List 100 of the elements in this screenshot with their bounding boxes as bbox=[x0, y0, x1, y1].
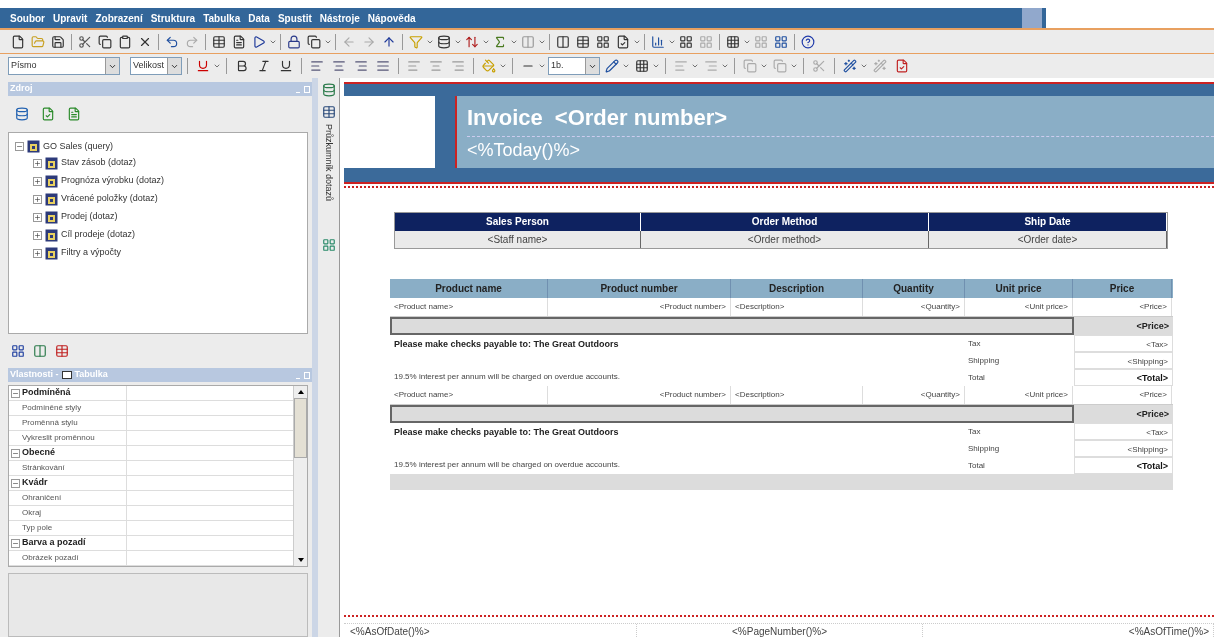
tree-item[interactable]: Prognóza výrobku (dotaz) bbox=[61, 174, 165, 188]
query-icon bbox=[45, 228, 58, 242]
summary-label: Shipping bbox=[967, 443, 1001, 455]
property-name[interactable]: Ohraničení bbox=[22, 492, 62, 504]
query-icon bbox=[45, 156, 58, 170]
table-cell: <Order date> bbox=[929, 231, 1167, 248]
column-header: Quantity bbox=[863, 279, 965, 298]
payment-note: Please make checks payable to: The Great Outdoors bbox=[394, 338, 620, 351]
collapse-icon[interactable] bbox=[15, 142, 24, 151]
collapse-icon[interactable] bbox=[11, 478, 20, 488]
property-name[interactable]: Typ pole bbox=[22, 522, 53, 534]
footer-field: <%AsOfDate()%> bbox=[344, 624, 637, 637]
property-name[interactable]: Stránkování bbox=[22, 462, 65, 474]
table-cell: <Price> bbox=[1073, 386, 1172, 404]
property-name[interactable]: Podmíněné styly bbox=[22, 402, 82, 414]
collapse-icon[interactable] bbox=[11, 388, 20, 398]
table-cell: <Quantity> bbox=[863, 386, 965, 404]
property-group[interactable]: Kvádr bbox=[22, 476, 48, 490]
tree-item[interactable]: Prodej (dotaz) bbox=[61, 210, 118, 224]
tree-item[interactable]: Vrácené položky (dotaz) bbox=[61, 192, 158, 206]
menu-item[interactable]: Soubor bbox=[10, 10, 45, 26]
table-cell: <Product name> bbox=[390, 298, 548, 316]
column-header: Product number bbox=[548, 279, 731, 298]
query-icon bbox=[45, 210, 58, 224]
property-name[interactable]: Obrázek pozadí bbox=[22, 552, 79, 564]
menu-item[interactable]: Struktura bbox=[150, 10, 196, 26]
menu-item[interactable]: Nápověda bbox=[367, 10, 416, 26]
caret-icon[interactable] bbox=[538, 62, 546, 70]
menu-item[interactable]: Tabulka bbox=[203, 10, 241, 26]
collapse-icon[interactable] bbox=[11, 538, 20, 548]
expand-icon[interactable] bbox=[33, 248, 42, 258]
summary-label: Tax bbox=[967, 426, 982, 438]
column-header: Product name bbox=[390, 279, 548, 298]
menu-item[interactable]: Upravit bbox=[53, 10, 88, 26]
expand-icon[interactable] bbox=[33, 194, 42, 204]
table-cell: <Product number> bbox=[548, 386, 731, 404]
property-group[interactable]: Podmíněná bbox=[22, 386, 71, 400]
table-cell: <Shipping> bbox=[1074, 440, 1173, 457]
scrollbar-thumb[interactable] bbox=[294, 398, 307, 458]
interest-note: 19.5% interest per annum will be charged on overdue accounts. bbox=[394, 459, 621, 471]
expand-icon[interactable] bbox=[33, 212, 42, 222]
caret-icon[interactable] bbox=[760, 62, 768, 70]
table-icon bbox=[61, 371, 72, 379]
footer-field: <%AsOfTime()%> bbox=[923, 624, 1214, 637]
table-cell: <Tax> bbox=[1074, 423, 1173, 440]
tree-item[interactable]: Filtry a výpočty bbox=[61, 246, 121, 260]
size-dropdown[interactable]: Velikost bbox=[130, 57, 182, 75]
expand-icon[interactable] bbox=[33, 176, 42, 186]
column-header: Unit price bbox=[965, 279, 1073, 298]
caret-icon[interactable] bbox=[213, 62, 221, 70]
window-controls-icon bbox=[296, 371, 310, 379]
scrollbar[interactable] bbox=[293, 386, 307, 566]
menu-item[interactable]: Zobrazení bbox=[95, 10, 143, 26]
search-field[interactable] bbox=[1046, 8, 1214, 28]
property-name[interactable]: Vykreslit proměnnou bbox=[22, 432, 95, 444]
caret-icon[interactable] bbox=[721, 62, 729, 70]
property-name[interactable]: Proměnná stylu bbox=[22, 417, 78, 429]
query-icon bbox=[45, 174, 58, 188]
caret-icon[interactable] bbox=[652, 62, 660, 70]
expand-icon[interactable] bbox=[33, 158, 42, 168]
table-cell: <Shipping> bbox=[1074, 352, 1173, 369]
table-cell: <Total> bbox=[1074, 369, 1173, 386]
table-cell: <Tax> bbox=[1074, 335, 1173, 352]
footer-field: <%PageNumber()%> bbox=[636, 624, 924, 637]
font-dropdown[interactable]: Písmo bbox=[8, 57, 120, 75]
table-cell: <Staff name> bbox=[395, 231, 641, 248]
summary-label: Tax bbox=[967, 338, 982, 350]
table-cell: <Order method> bbox=[641, 231, 929, 248]
caret-icon[interactable] bbox=[499, 62, 507, 70]
tree-item[interactable]: GO Sales (query) bbox=[43, 139, 114, 154]
line-width-dropdown[interactable]: 1b. bbox=[548, 57, 600, 75]
property-name[interactable]: Okraj bbox=[22, 507, 42, 519]
collapse-icon[interactable] bbox=[11, 448, 20, 458]
property-group[interactable]: Obecné bbox=[22, 446, 55, 460]
table-cell: <Quantity> bbox=[863, 298, 965, 316]
report-title: Invoice bbox=[467, 103, 543, 132]
title-field: <Order number> bbox=[554, 100, 728, 134]
table-cell: <Product name> bbox=[390, 386, 548, 404]
caret-icon[interactable] bbox=[691, 62, 699, 70]
table-cell: <Unit price> bbox=[965, 386, 1073, 404]
side-tab[interactable]: Průzkumník dotazů bbox=[319, 124, 338, 202]
query-icon bbox=[27, 140, 40, 153]
caret-icon[interactable] bbox=[622, 62, 630, 70]
summary-label: Shipping bbox=[967, 355, 1001, 367]
table-cell: <Price> bbox=[1074, 405, 1173, 423]
panel-title: Zdroj bbox=[10, 82, 33, 96]
expand-icon[interactable] bbox=[33, 230, 42, 240]
property-group[interactable]: Barva a pozadí bbox=[22, 536, 86, 550]
table-cell: <Total> bbox=[1074, 457, 1173, 474]
tree-item[interactable]: Cíl prodeje (dotaz) bbox=[61, 228, 136, 242]
tree-item[interactable]: Stav zásob (dotaz) bbox=[61, 156, 137, 170]
table-cell: <Product number> bbox=[548, 298, 731, 316]
summary-label: Total bbox=[967, 372, 986, 384]
caret-icon[interactable] bbox=[860, 62, 868, 70]
menu-item[interactable]: Spustit bbox=[277, 10, 312, 26]
summary-label: Total bbox=[967, 460, 986, 472]
caret-icon[interactable] bbox=[790, 62, 798, 70]
menu-item[interactable]: Data bbox=[248, 10, 270, 26]
column-header: Price bbox=[1073, 279, 1172, 298]
menu-item[interactable]: Nástroje bbox=[319, 10, 360, 26]
